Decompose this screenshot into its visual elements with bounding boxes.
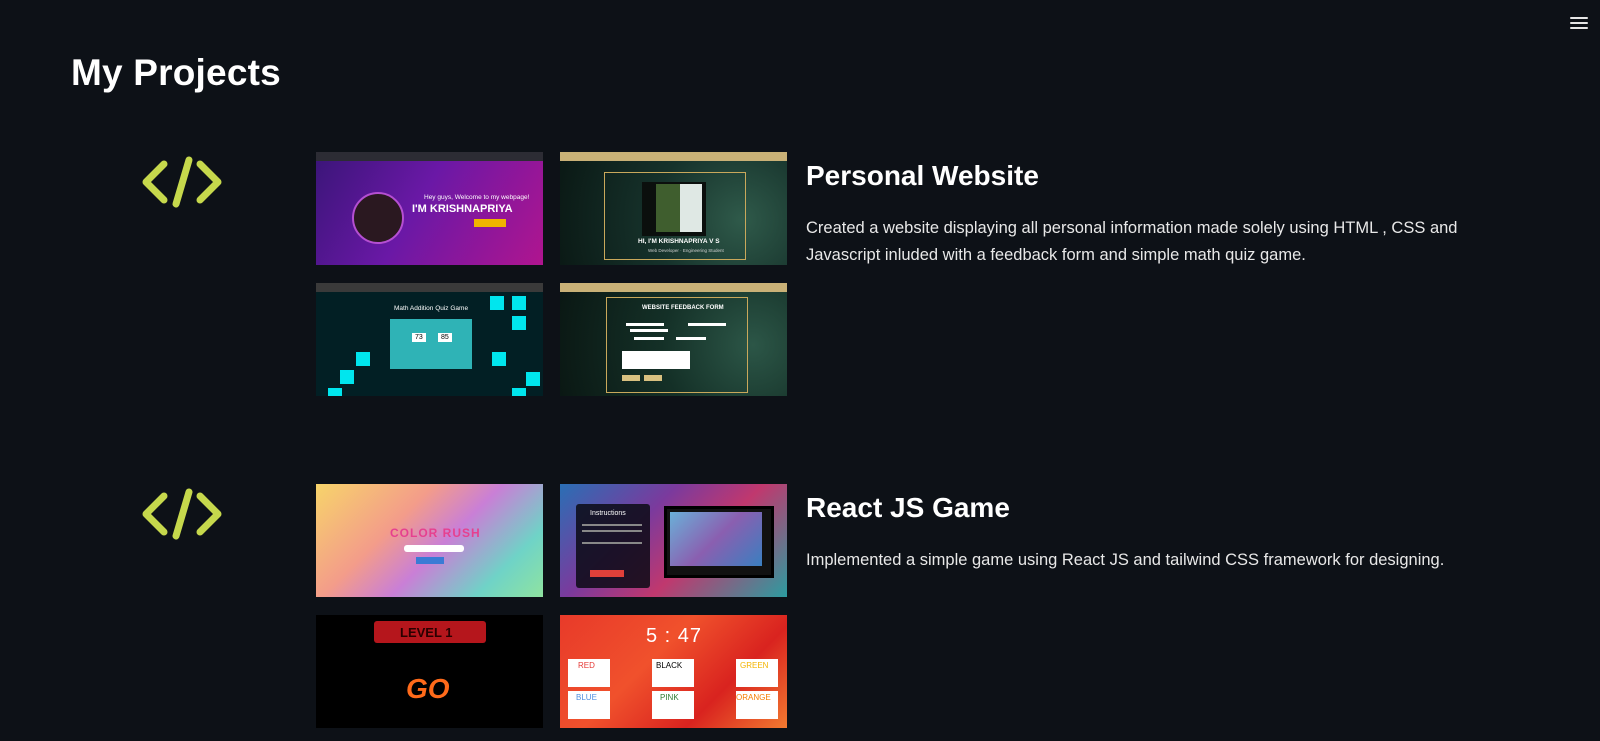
code-icon (142, 154, 222, 210)
code-icon (142, 486, 222, 542)
project-description: Implemented a simple game using React JS… (806, 551, 1445, 569)
project-title: Personal Website (806, 160, 1039, 191)
project-screenshot[interactable]: Instructions (560, 484, 787, 597)
project-screenshot[interactable]: Math Addition Quiz Game 73 85 (316, 283, 543, 396)
project-screenshot[interactable]: HI, I'M KRISHNAPRIYA V S Web Developer ·… (560, 152, 787, 265)
hamburger-icon[interactable] (1570, 14, 1588, 30)
project-card: COLOR RUSH Instructions LEVEL 1 GO 5 : 4… (0, 482, 1600, 728)
project-screenshot[interactable]: Hey guys, Welcome to my webpage! I'M KRI… (316, 152, 543, 265)
project-screenshot[interactable]: COLOR RUSH (316, 484, 543, 597)
project-description: Created a website displaying all persona… (806, 219, 1458, 264)
project-screenshot[interactable]: LEVEL 1 GO (316, 615, 543, 728)
project-title: React JS Game (806, 492, 1010, 523)
project-screenshot[interactable]: 5 : 47 RED BLACK GREEN BLUE PINK ORANGE (560, 615, 787, 728)
project-screenshot[interactable]: WEBSITE FEEDBACK FORM (560, 283, 787, 396)
project-card: Hey guys, Welcome to my webpage! I'M KRI… (0, 150, 1600, 396)
page-title: My Projects (71, 52, 281, 93)
